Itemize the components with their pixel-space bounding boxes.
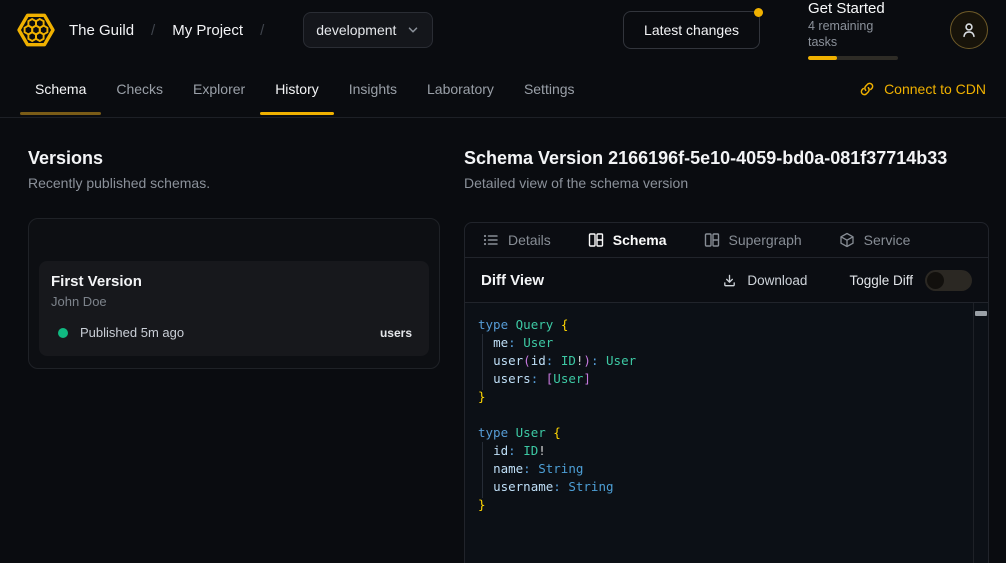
versions-heading: Versions (28, 147, 440, 169)
nav-tab-laboratory[interactable]: Laboratory (412, 60, 509, 117)
nav-tab-label: Schema (35, 81, 86, 97)
cube-icon (839, 232, 855, 248)
chevron-down-icon (406, 23, 420, 37)
nav-tab-label: History (275, 81, 319, 97)
published-status-dot (58, 328, 68, 338)
indent-guide (482, 442, 483, 498)
download-label: Download (747, 273, 807, 288)
panel-tab-label: Supergraph (729, 232, 802, 248)
nav-tab-label: Explorer (193, 81, 245, 97)
list-icon (483, 232, 499, 248)
sdl-code-viewer[interactable]: type Query { me: User user(id: ID!): Use… (465, 303, 988, 563)
versions-subheading: Recently published schemas. (28, 174, 440, 192)
code-line: users: [User] (478, 370, 968, 388)
version-title: First Version (51, 273, 417, 290)
version-author: John Doe (51, 294, 417, 309)
toggle-diff-label: Toggle Diff (849, 273, 913, 288)
diff-actions: Download Toggle Diff (722, 270, 972, 291)
schema-version-subtitle: Detailed view of the schema version (464, 174, 989, 192)
breadcrumb-separator: / (260, 22, 264, 39)
version-status-row: Published 5m ago users (51, 325, 417, 340)
code-scrollbar-track (973, 303, 974, 563)
panel-tab-service[interactable]: Service (839, 232, 911, 248)
nav-right: Connect to CDN (859, 60, 986, 117)
active-tab-underline (260, 112, 334, 115)
breadcrumb-separator: / (151, 22, 155, 39)
connect-to-cdn-label: Connect to CDN (884, 81, 986, 97)
main-content: Versions Recently published schemas. Fir… (0, 118, 1006, 563)
code-line: name: String (478, 460, 968, 478)
versions-column: Versions Recently published schemas. Fir… (0, 147, 464, 563)
diff-view-title: Diff View (481, 272, 544, 289)
panel-tab-details[interactable]: Details (483, 232, 551, 248)
nav-tab-insights[interactable]: Insights (334, 60, 412, 117)
get-started-title: Get Started (808, 0, 900, 18)
nav-tab-history[interactable]: History (260, 60, 334, 117)
panel-tab-label: Schema (613, 232, 667, 248)
diff-view-header: Diff View Download Toggle Diff (465, 258, 988, 303)
code-line: type Query { (478, 316, 968, 334)
top-bar: The Guild / My Project / development Lat… (0, 0, 1006, 60)
main-nav: Schema Checks Explorer History Insights Labor… (0, 60, 1006, 118)
environment-selector-value: development (316, 22, 396, 38)
nav-tab-label: Checks (116, 81, 163, 97)
connect-to-cdn-link[interactable]: Connect to CDN (859, 81, 986, 97)
breadcrumb-project[interactable]: My Project (172, 22, 243, 39)
code-line: } (478, 388, 968, 406)
code-scrollbar-thumb[interactable] (975, 311, 987, 316)
download-button[interactable]: Download (722, 273, 807, 288)
nav-tab-settings[interactable]: Settings (509, 60, 590, 117)
user-avatar[interactable] (950, 11, 988, 49)
panel-tab-label: Service (864, 232, 911, 248)
schema-version-tabs: Details Schema Supergraph Service (465, 223, 988, 258)
panel-tab-label: Details (508, 232, 551, 248)
get-started-tasks: 4 remaining tasks (808, 18, 900, 50)
nav-tab-label: Insights (349, 81, 397, 97)
link-icon (859, 81, 875, 97)
code-line: id: ID! (478, 442, 968, 460)
panel-tab-supergraph[interactable]: Supergraph (704, 232, 802, 248)
download-icon (722, 273, 737, 288)
notification-dot (754, 8, 763, 17)
nav-tab-label: Laboratory (427, 81, 494, 97)
schema-version-panel: Details Schema Supergraph Service Diff View… (464, 222, 989, 563)
code-line (478, 406, 968, 424)
code-line: me: User (478, 334, 968, 352)
indent-guide (482, 334, 483, 390)
breadcrumb-org[interactable]: The Guild (69, 22, 134, 39)
nav-tab-schema[interactable]: Schema (20, 60, 101, 117)
code-line: type User { (478, 424, 968, 442)
code-line: username: String (478, 478, 968, 496)
panel-tab-schema[interactable]: Schema (588, 232, 667, 248)
latest-changes-label: Latest changes (644, 22, 739, 38)
version-status: Published 5m ago (80, 325, 184, 340)
versions-list: First Version John Doe Published 5m ago … (28, 218, 440, 369)
nav-tab-label: Settings (524, 81, 575, 97)
hive-logo-icon[interactable] (16, 10, 56, 50)
person-icon (960, 21, 978, 39)
code-line: } (478, 496, 968, 514)
columns-icon (588, 232, 604, 248)
nav-tab-explorer[interactable]: Explorer (178, 60, 260, 117)
nav-tabs: Schema Checks Explorer History Insights Labor… (20, 60, 590, 117)
service-badge: users (380, 326, 417, 340)
get-started-widget[interactable]: Get Started 4 remaining tasks (808, 0, 900, 60)
environment-selector[interactable]: development (303, 12, 433, 48)
toggle-diff-switch[interactable] (925, 270, 972, 291)
latest-changes-button[interactable]: Latest changes (623, 11, 760, 49)
version-list-item[interactable]: First Version John Doe Published 5m ago … (39, 261, 429, 356)
schema-version-title: Schema Version 2166196f-5e10-4059-bd0a-0… (464, 147, 989, 169)
columns-icon (704, 232, 720, 248)
code-line: user(id: ID!): User (478, 352, 968, 370)
nav-tab-checks[interactable]: Checks (101, 60, 178, 117)
schema-version-column: Schema Version 2166196f-5e10-4059-bd0a-0… (464, 147, 1006, 563)
active-tab-underline (20, 112, 101, 115)
